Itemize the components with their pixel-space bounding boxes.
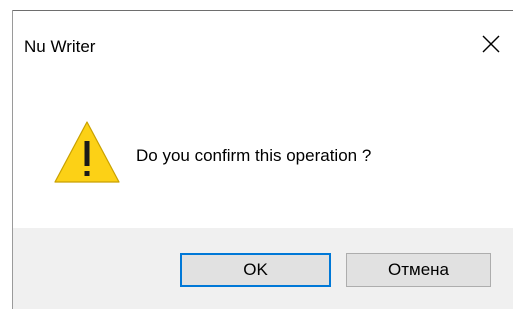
confirm-dialog: Nu Writer Do you confirm this operation … <box>0 0 513 309</box>
ok-button[interactable]: OK <box>180 253 331 287</box>
close-button[interactable] <box>468 24 513 64</box>
window-border-top <box>12 10 513 11</box>
close-icon <box>482 35 499 53</box>
cancel-button[interactable]: Отмена <box>346 253 491 287</box>
dialog-title: Nu Writer <box>24 37 96 56</box>
dialog-message: Do you confirm this operation ? <box>136 146 372 165</box>
warning-icon <box>54 121 120 183</box>
